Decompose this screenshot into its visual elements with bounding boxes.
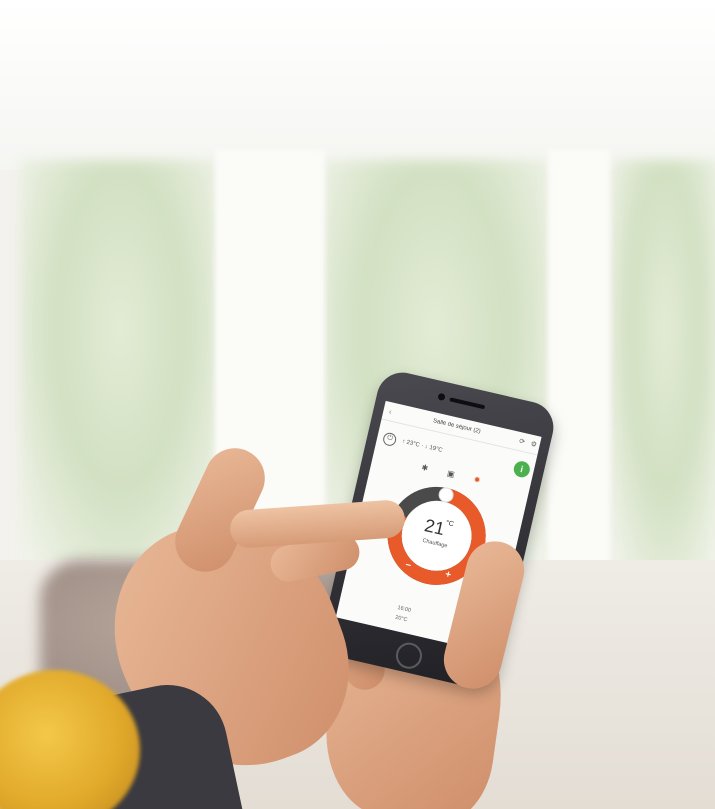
auto-mode-icon[interactable]: ▣ xyxy=(446,469,455,479)
front-camera xyxy=(437,392,446,402)
snowflake-icon[interactable]: ✱ xyxy=(421,463,430,473)
schedule-temperature: 20°C xyxy=(394,614,408,624)
window-frame xyxy=(548,150,610,610)
earpiece xyxy=(449,397,486,410)
temperature-range: ↑ 23°C · ↓ 19°C xyxy=(401,438,444,454)
photo-scene: ‹ Salle de séjour (2) ⟳ ⚙ ⏻ ↑ 23°C · ↓ 1… xyxy=(0,0,715,809)
schedule-time: 16:00 xyxy=(396,604,412,614)
sun-icon[interactable]: ✹ xyxy=(473,475,482,485)
home-button xyxy=(393,640,425,672)
window-right xyxy=(610,160,715,580)
power-icon[interactable]: ⏻ xyxy=(381,431,398,447)
wall xyxy=(0,0,715,170)
gear-icon[interactable]: ⚙ xyxy=(527,439,540,449)
info-icon[interactable]: i xyxy=(512,459,532,479)
